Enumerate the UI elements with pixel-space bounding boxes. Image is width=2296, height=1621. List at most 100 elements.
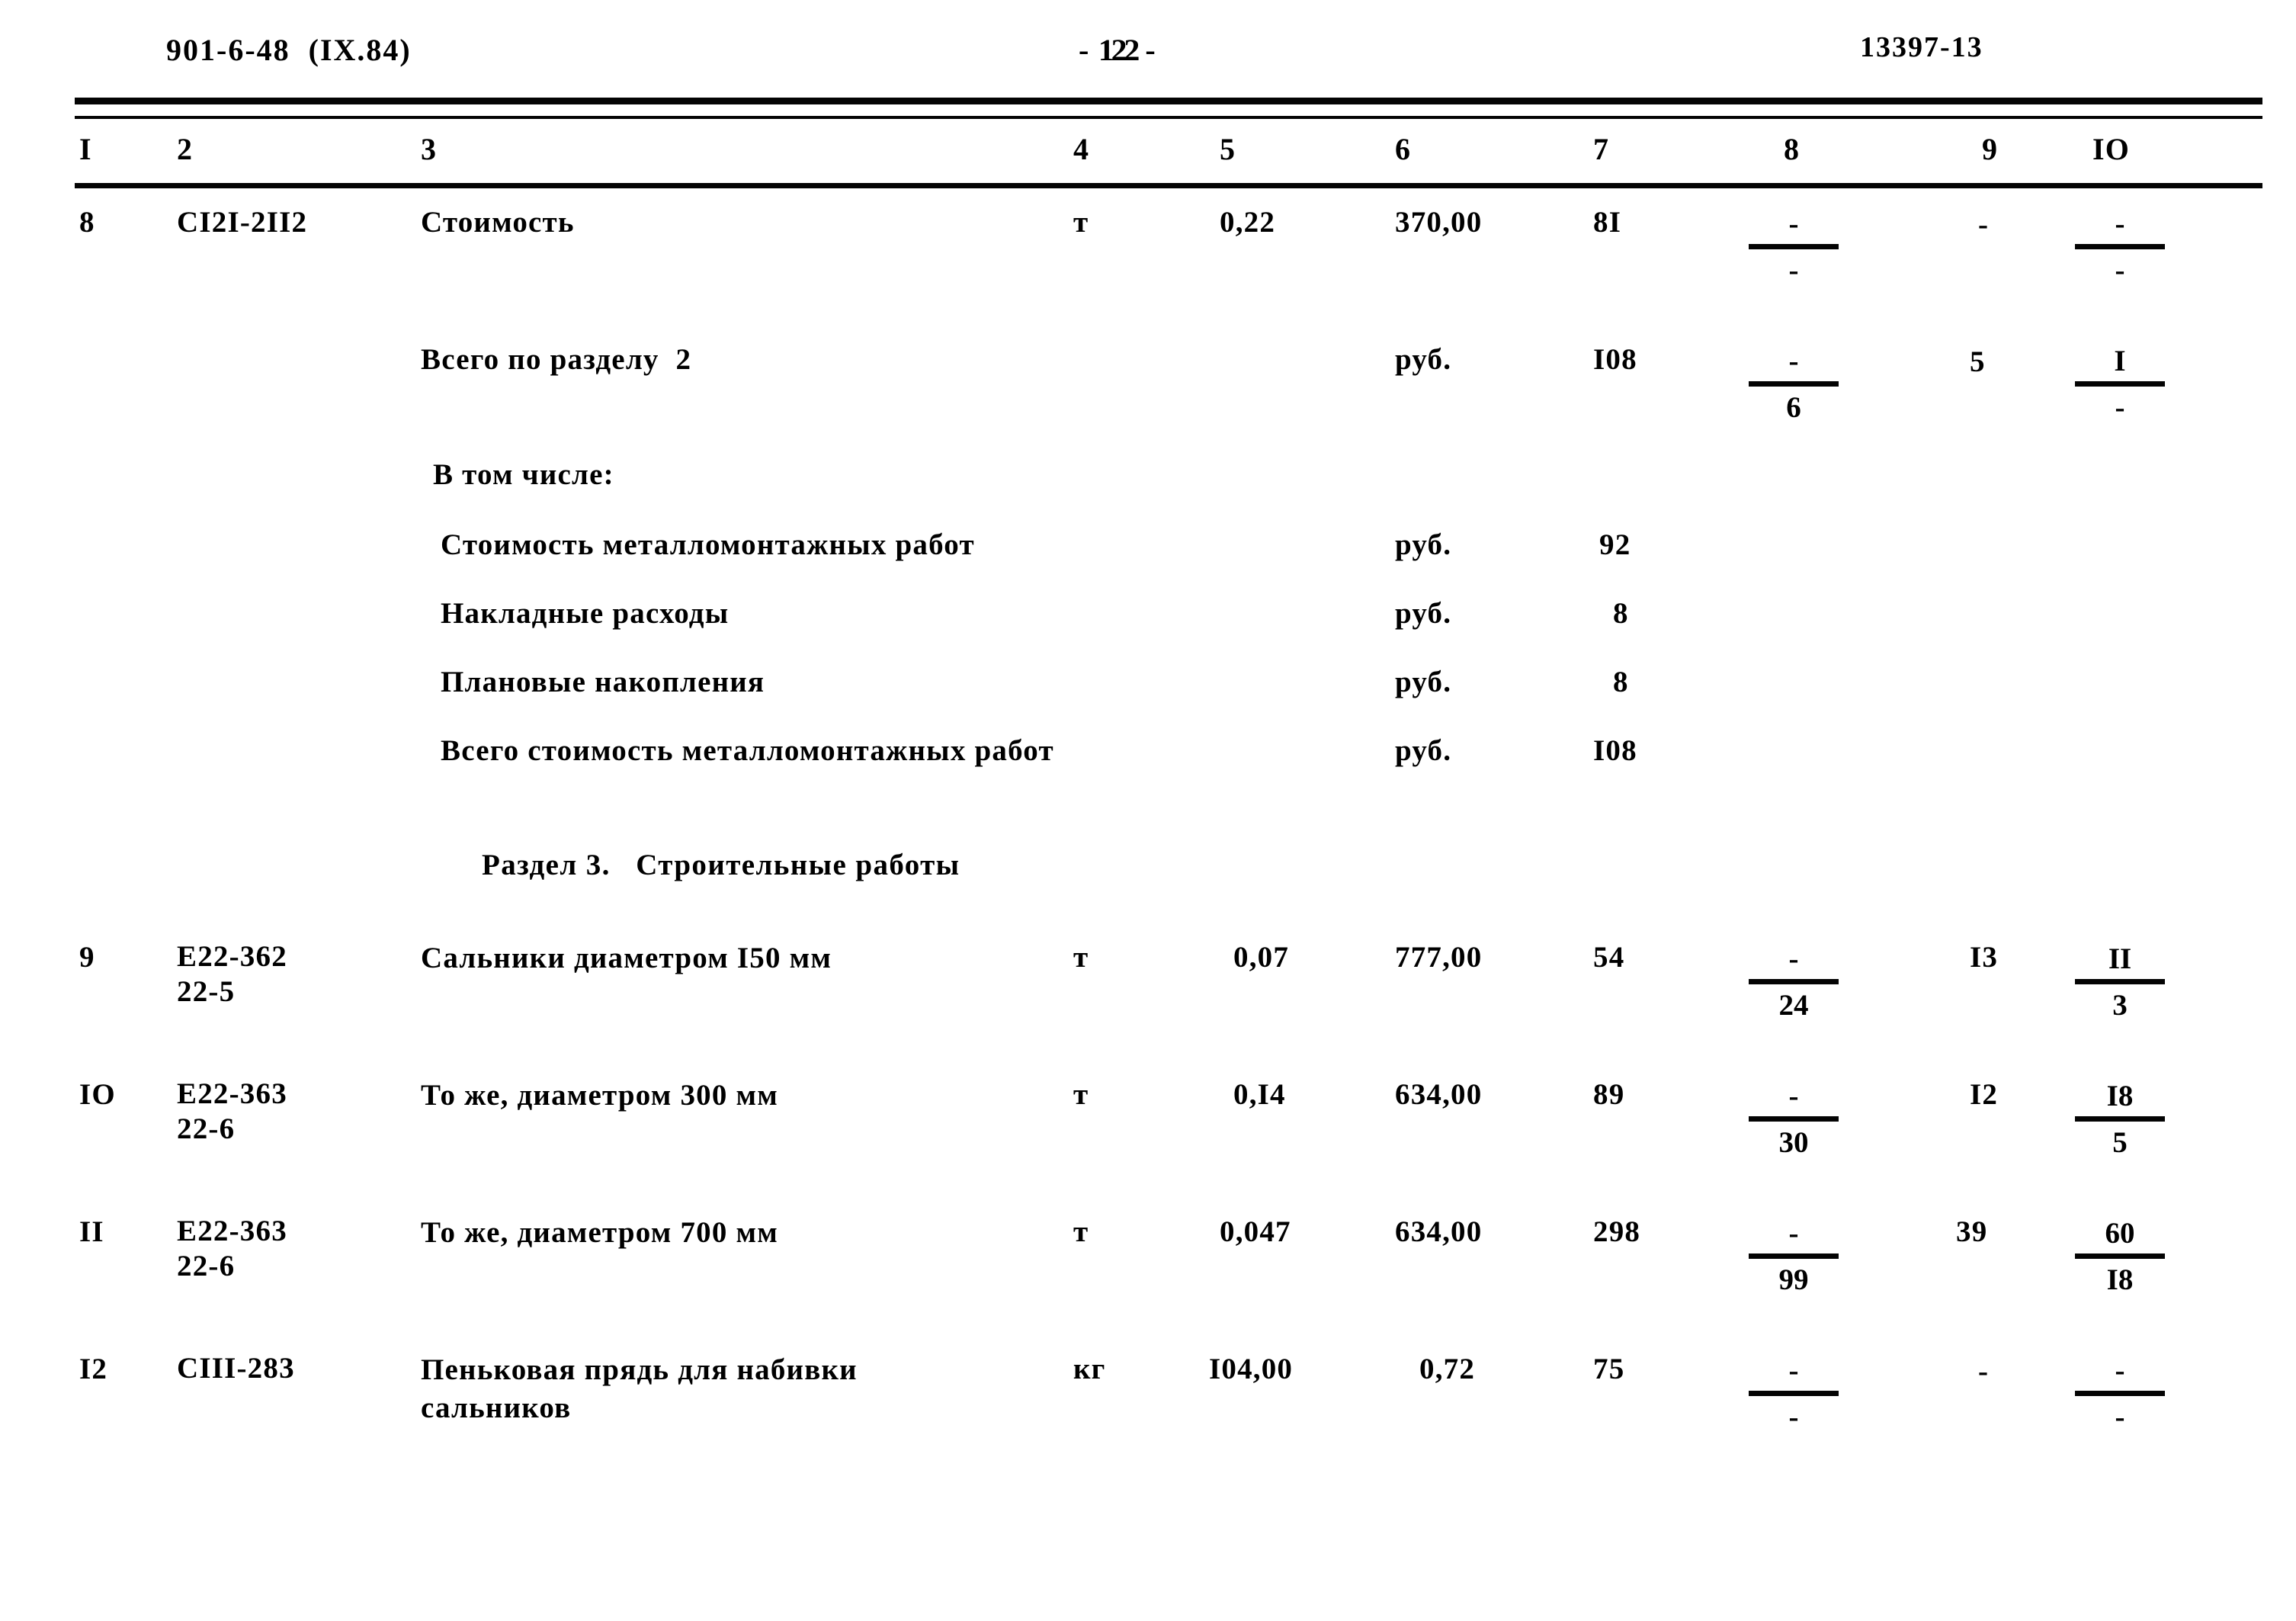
sheet-number: 13397-13 [1860, 31, 1983, 63]
row-col8-fraction: - 30 [1744, 1080, 1843, 1160]
section-total-col8-numerator: - [1788, 345, 1799, 377]
fraction-bar [2075, 244, 2165, 249]
column-header-5: 5 [1220, 132, 1236, 166]
row-col8-denominator: - [1788, 1401, 1799, 1433]
row-quantity: 0,I4 [1233, 1078, 1286, 1111]
column-header-4: 4 [1073, 132, 1090, 166]
row-col9: 39 [1956, 1215, 1988, 1248]
breakdown-unit-1: руб. [1395, 597, 1452, 630]
column-header-1: I [79, 132, 92, 166]
row-sum: 75 [1593, 1353, 1625, 1385]
row-code-line1: E22-363 [177, 1077, 287, 1110]
row-code: E22-363 22-6 [177, 1077, 287, 1147]
column-header-8: 8 [1784, 132, 1801, 166]
column-header-2: 2 [177, 132, 194, 166]
breakdown-heading: В том числе: [433, 458, 614, 491]
breakdown-unit-3: руб. [1395, 734, 1452, 767]
row-code-line1: E22-362 [177, 940, 287, 973]
header-rule-thick [75, 98, 2262, 104]
breakdown-label-2: Плановые накопления [441, 666, 765, 698]
column-header-9: 9 [1982, 132, 1999, 166]
row-col8-fraction: - 24 [1744, 942, 1843, 1022]
row-price: 777,00 [1395, 941, 1483, 974]
row-unit: т [1073, 1078, 1089, 1111]
row-number: 8 [79, 206, 95, 239]
row-col10-denominator: 5 [2112, 1126, 2128, 1159]
row-col10-numerator: - [2115, 207, 2125, 240]
section-total-col10-numerator: I [2114, 345, 2126, 377]
row-col10-denominator: - [2115, 1401, 2125, 1433]
section-total-col8-denominator: 6 [1786, 391, 1801, 424]
column-header-rule [75, 183, 2262, 188]
row-price: 370,00 [1395, 206, 1483, 239]
section-total-unit: руб. [1395, 343, 1452, 376]
row-col8-denominator: - [1788, 254, 1799, 287]
row-col9: I3 [1970, 941, 1999, 974]
row-description: Стоимость [421, 206, 575, 239]
breakdown-value-0: 92 [1599, 528, 1631, 561]
row-col10-numerator: - [2115, 1354, 2125, 1387]
page-dash-left: - [1079, 33, 1091, 67]
document-page: 901-6-48 (IX.84) - 122 - 13397-13 I 2 3 … [0, 0, 2296, 1621]
page-header: 901-6-48 (IX.84) - 122 - 13397-13 [0, 31, 2296, 78]
breakdown-value-3: I08 [1593, 734, 1637, 767]
section-3-title: Раздел 3. Строительные работы [482, 849, 960, 881]
fraction-bar [2075, 1253, 2165, 1259]
breakdown-label-1: Накладные расходы [441, 597, 730, 630]
row-price: 634,00 [1395, 1078, 1483, 1111]
column-header-3: 3 [421, 132, 438, 166]
row-number: 9 [79, 941, 95, 974]
row-col8-numerator: - [1788, 1354, 1799, 1387]
row-col8-numerator: - [1788, 1080, 1799, 1112]
row-col8-denominator: 24 [1778, 989, 1809, 1022]
row-col8-numerator: - [1788, 1217, 1799, 1250]
row-description: То же, диаметром 300 мм [421, 1077, 778, 1115]
row-description-line1: То же, диаметром 300 мм [421, 1079, 779, 1112]
row-col8-denominator: 30 [1778, 1126, 1809, 1159]
row-col8-fraction: - - [1744, 1354, 1843, 1434]
section-total-col8-fraction: - 6 [1744, 345, 1843, 425]
section-total-col9: 5 [1970, 345, 1985, 378]
breakdown-unit-2: руб. [1395, 666, 1452, 698]
row-col10-fraction: - - [2070, 1354, 2169, 1434]
row-code: CI2I-2II2 [177, 206, 308, 239]
section-total-col10-fraction: I - [2070, 345, 2169, 425]
row-price: 0,72 [1419, 1353, 1476, 1385]
row-description: Пеньковая прядь для набивки сальников [421, 1351, 858, 1427]
fraction-bar [2075, 979, 2165, 984]
row-unit: т [1073, 941, 1089, 974]
fraction-bar [1749, 244, 1839, 249]
row-col10-fraction: - - [2070, 207, 2169, 287]
row-code: CIII-283 [177, 1351, 295, 1386]
row-col10-numerator: II [2108, 942, 2132, 975]
row-col9: - [1978, 1355, 1988, 1388]
row-code-line2: 22-6 [177, 1112, 236, 1145]
row-unit: т [1073, 1215, 1089, 1248]
row-sum: 298 [1593, 1215, 1641, 1248]
row-sum: 8I [1593, 206, 1622, 239]
row-number: IO [79, 1078, 116, 1111]
row-code-line1: E22-363 [177, 1215, 287, 1247]
row-quantity: 0,07 [1233, 941, 1290, 974]
column-header-6: 6 [1395, 132, 1412, 166]
fraction-bar [1749, 1116, 1839, 1122]
row-unit: т [1073, 206, 1089, 239]
page-dash-right: - [1145, 33, 1157, 67]
row-col8-denominator: 99 [1778, 1263, 1809, 1296]
breakdown-unit-0: руб. [1395, 528, 1452, 561]
row-col10-denominator: - [2115, 254, 2125, 287]
fraction-bar [1749, 979, 1839, 984]
row-number: I2 [79, 1353, 108, 1385]
row-col10-denominator: I8 [2106, 1263, 2134, 1296]
breakdown-value-2: 8 [1613, 666, 1629, 698]
row-col10-fraction: I8 5 [2070, 1080, 2169, 1160]
breakdown-value-1: 8 [1613, 597, 1629, 630]
row-description-line1: Пеньковая прядь для набивки [421, 1353, 858, 1386]
row-col10-numerator: I8 [2106, 1080, 2134, 1112]
row-col10-numerator: 60 [2105, 1217, 2135, 1250]
row-description-line1: Сальники диаметром I50 мм [421, 942, 832, 974]
row-unit: кг [1073, 1353, 1106, 1385]
row-col9: - [1978, 208, 1988, 241]
fraction-bar [2075, 381, 2165, 387]
fraction-bar [1749, 1391, 1839, 1396]
